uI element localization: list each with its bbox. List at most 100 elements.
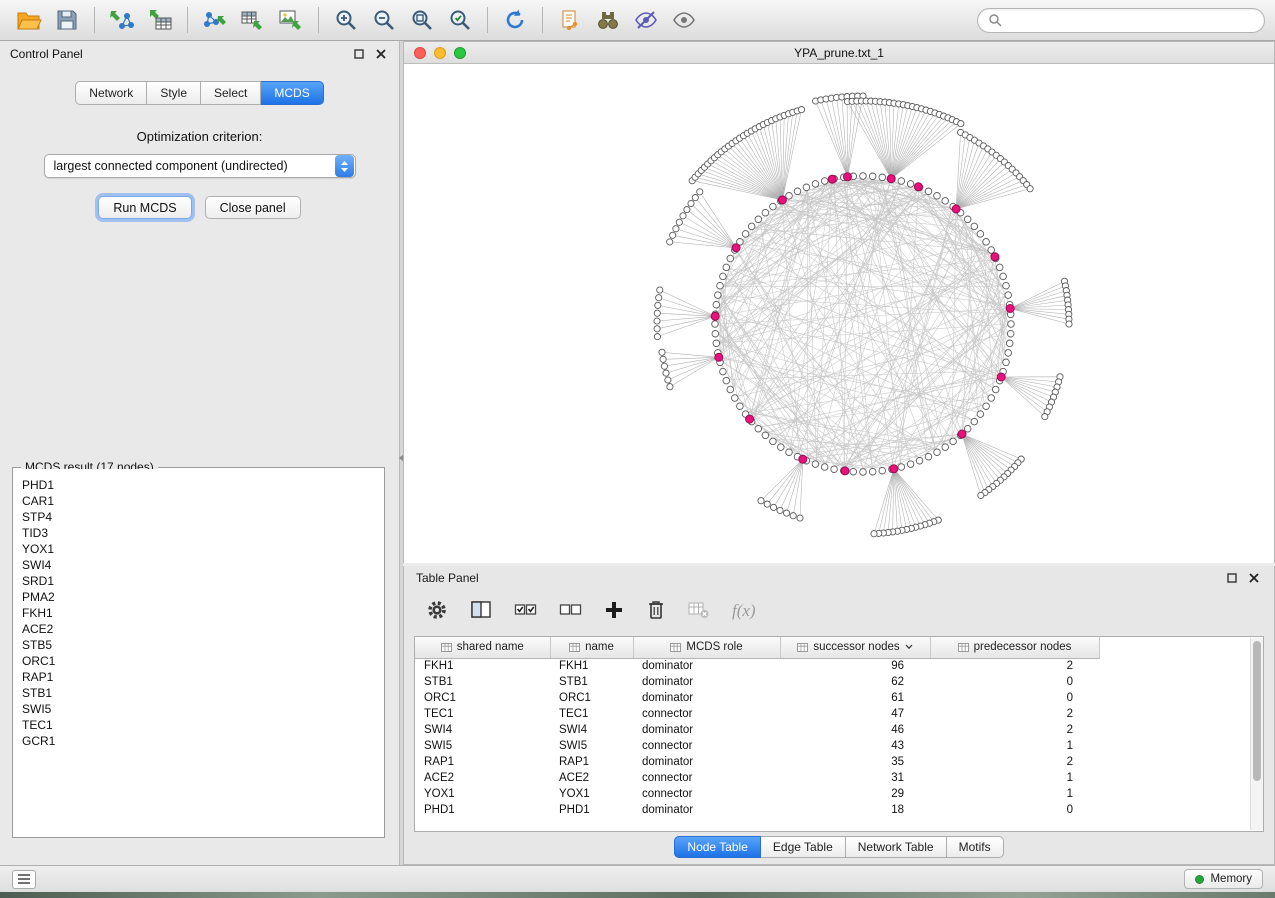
table-cell[interactable]: FKH1: [550, 658, 633, 674]
refresh-button[interactable]: [496, 3, 534, 37]
table-cell[interactable]: 1: [930, 738, 1099, 754]
tab-motifs[interactable]: Motifs: [947, 836, 1004, 858]
table-cell[interactable]: 18: [780, 802, 930, 818]
table-row[interactable]: ORC1ORC1dominator610: [415, 690, 1099, 706]
table-cell[interactable]: 35: [780, 754, 930, 770]
search-field[interactable]: [977, 8, 1265, 33]
search-input[interactable]: [1008, 13, 1254, 27]
table-row[interactable]: STB1STB1dominator620: [415, 674, 1099, 690]
column-header-predecessor-nodes[interactable]: predecessor nodes: [930, 637, 1099, 658]
table-cell[interactable]: 43: [780, 738, 930, 754]
table-cell[interactable]: connector: [633, 770, 780, 786]
mcds-result-item[interactable]: GCR1: [14, 733, 383, 749]
mcds-result-item[interactable]: STB5: [14, 637, 383, 653]
memory-button[interactable]: Memory: [1184, 869, 1263, 889]
clone-network-button[interactable]: [551, 3, 589, 37]
close-table-panel-button[interactable]: [1246, 570, 1262, 586]
table-cell[interactable]: dominator: [633, 690, 780, 706]
table-cell[interactable]: ACE2: [415, 770, 550, 786]
mcds-result-item[interactable]: TEC1: [14, 717, 383, 733]
table-row[interactable]: YOX1YOX1connector291: [415, 786, 1099, 802]
table-cell[interactable]: dominator: [633, 722, 780, 738]
table-cell[interactable]: SWI4: [415, 722, 550, 738]
table-cell[interactable]: dominator: [633, 674, 780, 690]
mcds-result-item[interactable]: PMA2: [14, 589, 383, 605]
table-cell[interactable]: FKH1: [415, 658, 550, 674]
mcds-result-item[interactable]: TID3: [14, 525, 383, 541]
mcds-result-item[interactable]: STB1: [14, 685, 383, 701]
table-cell[interactable]: PHD1: [550, 802, 633, 818]
mcds-result-item[interactable]: CAR1: [14, 493, 383, 509]
mcds-result-item[interactable]: PHD1: [14, 477, 383, 493]
column-header-name[interactable]: name: [550, 637, 633, 658]
table-cell[interactable]: 0: [930, 802, 1099, 818]
scrollbar-thumb[interactable]: [1253, 641, 1261, 781]
zoom-out-button[interactable]: [365, 3, 403, 37]
delete-column-button[interactable]: [646, 599, 666, 624]
table-cell[interactable]: 1: [930, 770, 1099, 786]
table-row[interactable]: PHD1PHD1dominator180: [415, 802, 1099, 818]
table-row[interactable]: SWI4SWI4dominator462: [415, 722, 1099, 738]
tab-edge-table[interactable]: Edge Table: [761, 836, 846, 858]
table-cell[interactable]: dominator: [633, 802, 780, 818]
table-cell[interactable]: YOX1: [415, 786, 550, 802]
table-cell[interactable]: 47: [780, 706, 930, 722]
tab-select[interactable]: Select: [201, 81, 261, 105]
network-canvas[interactable]: [404, 64, 1274, 563]
unselect-all-columns-button[interactable]: [559, 599, 582, 624]
tab-network-table[interactable]: Network Table: [846, 836, 947, 858]
table-cell[interactable]: 46: [780, 722, 930, 738]
zoom-selected-button[interactable]: [441, 3, 479, 37]
column-header-shared-name[interactable]: shared name: [415, 637, 550, 658]
tab-mcds[interactable]: MCDS: [261, 81, 323, 105]
table-cell[interactable]: 1: [930, 786, 1099, 802]
save-session-button[interactable]: [48, 3, 86, 37]
table-row[interactable]: ACE2ACE2connector311: [415, 770, 1099, 786]
tab-style[interactable]: Style: [147, 81, 201, 105]
table-cell[interactable]: 29: [780, 786, 930, 802]
show-all-button[interactable]: [665, 3, 703, 37]
table-cell[interactable]: SWI5: [550, 738, 633, 754]
export-table-button[interactable]: [234, 3, 272, 37]
table-cell[interactable]: connector: [633, 786, 780, 802]
table-cell[interactable]: 2: [930, 658, 1099, 674]
criterion-select[interactable]: largest connected component (undirected): [44, 154, 356, 178]
table-cell[interactable]: 2: [930, 722, 1099, 738]
table-cell[interactable]: RAP1: [550, 754, 633, 770]
split-columns-button[interactable]: [470, 599, 492, 624]
zoom-in-button[interactable]: [327, 3, 365, 37]
table-cell[interactable]: TEC1: [415, 706, 550, 722]
mcds-result-item[interactable]: ACE2: [14, 621, 383, 637]
tab-node-table[interactable]: Node Table: [674, 836, 761, 858]
table-row[interactable]: RAP1RAP1dominator352: [415, 754, 1099, 770]
table-cell[interactable]: SWI5: [415, 738, 550, 754]
function-builder-button[interactable]: f(x): [732, 601, 756, 621]
find-button[interactable]: [589, 3, 627, 37]
mcds-result-item[interactable]: FKH1: [14, 605, 383, 621]
import-table-button[interactable]: [141, 3, 179, 37]
mcds-result-item[interactable]: ORC1: [14, 653, 383, 669]
mcds-result-item[interactable]: SWI5: [14, 701, 383, 717]
table-cell[interactable]: connector: [633, 706, 780, 722]
mcds-result-item[interactable]: STP4: [14, 509, 383, 525]
import-network-button[interactable]: [103, 3, 141, 37]
mcds-result-item[interactable]: RAP1: [14, 669, 383, 685]
mcds-result-item[interactable]: YOX1: [14, 541, 383, 557]
table-cell[interactable]: 31: [780, 770, 930, 786]
export-network-button[interactable]: [196, 3, 234, 37]
float-panel-button[interactable]: [351, 46, 367, 62]
close-panel-action-button[interactable]: Close panel: [205, 196, 301, 219]
zoom-fit-button[interactable]: [403, 3, 441, 37]
table-cell[interactable]: TEC1: [550, 706, 633, 722]
add-column-button[interactable]: [604, 600, 624, 623]
select-all-columns-button[interactable]: [514, 599, 537, 624]
table-row[interactable]: SWI5SWI5connector431: [415, 738, 1099, 754]
panel-menu-button[interactable]: [12, 870, 36, 889]
column-header-successor-nodes[interactable]: successor nodes: [780, 637, 930, 658]
table-cell[interactable]: STB1: [415, 674, 550, 690]
tab-network[interactable]: Network: [75, 81, 147, 105]
table-cell[interactable]: 96: [780, 658, 930, 674]
table-cell[interactable]: STB1: [550, 674, 633, 690]
run-mcds-button[interactable]: Run MCDS: [98, 196, 191, 219]
float-table-panel-button[interactable]: [1224, 570, 1240, 586]
